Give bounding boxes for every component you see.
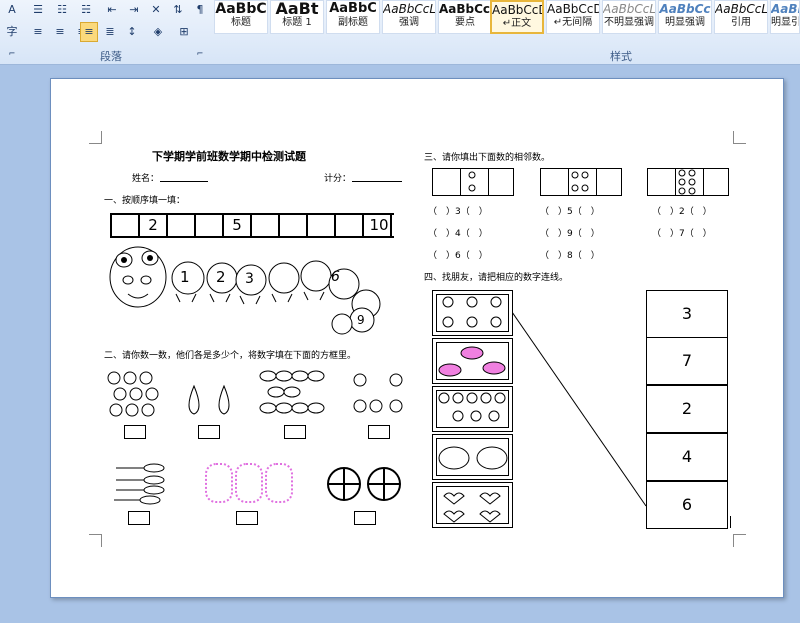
- align-left-icon[interactable]: ≡: [26, 22, 50, 42]
- neighbor-row[interactable]: （ ）5（ ）: [540, 204, 600, 217]
- domino-dots: [468, 169, 696, 195]
- sequence-cell[interactable]: [280, 215, 308, 236]
- style-emphasis[interactable]: AaBbCcL 强调: [382, 0, 436, 34]
- matching-pictures: [438, 296, 508, 523]
- neighbor-row[interactable]: （ ）6（ ）: [428, 248, 488, 261]
- sequence-cell[interactable]: [168, 215, 196, 236]
- match-number-box[interactable]: 2: [646, 385, 728, 433]
- sequence-cell[interactable]: [196, 215, 224, 236]
- match-number-box[interactable]: 6: [646, 481, 728, 529]
- counting-pictures-row2: [114, 463, 401, 505]
- sequence-cell[interactable]: [112, 215, 140, 236]
- sequence-cell[interactable]: 5: [224, 215, 252, 236]
- justify-icon[interactable]: ≡: [80, 22, 98, 42]
- style-intense-emphasis[interactable]: AaBbCc 明显强调: [658, 0, 712, 34]
- show-marks-icon[interactable]: ¶: [188, 0, 212, 20]
- caterpillar-number: 3: [245, 271, 254, 287]
- caterpillar-number: 6: [331, 269, 340, 285]
- multilevel-list-icon[interactable]: ☵: [74, 0, 98, 20]
- sequence-cell[interactable]: [308, 215, 336, 236]
- sequence-cell[interactable]: 2: [140, 215, 168, 236]
- style-heading1[interactable]: AaBt 标题 1: [270, 0, 324, 34]
- page-title: 下学期学前班数学期中检测试题: [152, 150, 306, 163]
- neighbor-row[interactable]: （ ）9（ ）: [540, 226, 600, 239]
- style-normal[interactable]: AaBbCcD ↵正文: [490, 0, 544, 34]
- counting-pictures-row1: [107, 370, 403, 417]
- question-4: 四、找朋友，请把相应的数字连线。: [424, 273, 569, 283]
- align-center-icon[interactable]: ≡: [48, 22, 72, 42]
- question-2: 二、请你数一数，他们各是多少个，将数字填在下面的方框里。: [104, 351, 357, 361]
- paragraph-launcher-icon[interactable]: ⌐: [194, 44, 206, 64]
- name-label: 姓名：: [132, 174, 160, 184]
- match-number-box[interactable]: 4: [646, 433, 728, 481]
- increase-indent-icon[interactable]: ⇥: [122, 0, 146, 20]
- match-number-box[interactable]: 3: [646, 290, 728, 338]
- sort-icon[interactable]: ⇅: [166, 0, 190, 20]
- font-color-icon[interactable]: A: [0, 0, 24, 20]
- style-strong[interactable]: AaBbCcl 要点: [438, 0, 492, 34]
- dialog-launcher-icon[interactable]: ⌐: [6, 44, 18, 64]
- style-subtitle[interactable]: AaBbC 副标题: [326, 0, 380, 34]
- answer-box[interactable]: [128, 511, 150, 525]
- neighbor-row[interactable]: （ ）4（ ）: [428, 226, 488, 239]
- caterpillar-number: 9: [357, 313, 365, 327]
- style-quote[interactable]: AaBbCcL 引用: [714, 0, 768, 34]
- sequence-cell[interactable]: [252, 215, 280, 236]
- phonetic-guide-icon[interactable]: 字: [0, 22, 24, 42]
- sequence-cell[interactable]: 10: [364, 215, 394, 236]
- style-no-spacing[interactable]: AaBbCcD ↵无间隔: [546, 0, 600, 34]
- distributed-icon[interactable]: ≣: [98, 22, 122, 42]
- paragraph-group-label: 段落: [100, 50, 122, 63]
- chinese-layout-icon[interactable]: ✕: [144, 0, 168, 20]
- decrease-indent-icon[interactable]: ⇤: [100, 0, 124, 20]
- answer-box[interactable]: [198, 425, 220, 439]
- caterpillar-number: 2: [216, 268, 226, 286]
- caterpillar-number: 1: [180, 268, 190, 286]
- neighbor-row[interactable]: （ ）8（ ）: [540, 248, 600, 261]
- neighbor-row[interactable]: （ ）3（ ）: [428, 204, 488, 217]
- borders-icon[interactable]: ⊞: [172, 22, 196, 42]
- style-intense-quote[interactable]: AaBb明显引: [770, 0, 800, 34]
- sequence-strip: 2 5 10: [110, 213, 394, 238]
- shading-icon[interactable]: ◈: [146, 22, 170, 42]
- answer-box[interactable]: [124, 425, 146, 439]
- margin-corner: [733, 131, 746, 144]
- score-label: 计分：: [324, 174, 352, 184]
- answer-box[interactable]: [368, 425, 390, 439]
- margin-corner: [733, 534, 746, 547]
- answer-box[interactable]: [284, 425, 306, 439]
- margin-corner: [89, 534, 102, 547]
- name-blank[interactable]: [160, 181, 208, 182]
- margin-corner: [89, 131, 102, 144]
- answer-box[interactable]: [236, 511, 258, 525]
- styles-group-label: 样式: [610, 50, 632, 63]
- bullets-icon[interactable]: ☰: [26, 0, 50, 20]
- answer-box[interactable]: [354, 511, 376, 525]
- caterpillar-drawing: [109, 246, 381, 335]
- text-cursor: [730, 516, 731, 528]
- score-blank[interactable]: [352, 181, 402, 182]
- sequence-cell[interactable]: [336, 215, 364, 236]
- match-line: [512, 312, 647, 507]
- match-number-box[interactable]: 7: [646, 337, 728, 385]
- question-3: 三、请你填出下面数的相邻数。: [424, 153, 551, 163]
- numbering-icon[interactable]: ☷: [50, 0, 74, 20]
- neighbor-row[interactable]: （ ）7（ ）: [652, 226, 712, 239]
- ribbon: A 字 ☰ ☷ ☵ ⇤ ⇥ ✕ ⇅ ¶ ≡ ≡ ≡ ≡ ≣ ↕ ◈ ⊞ 段落 ⌐…: [0, 0, 800, 65]
- style-title[interactable]: AaBbC 标题: [214, 0, 268, 34]
- neighbor-row[interactable]: （ ）2（ ）: [652, 204, 712, 217]
- line-spacing-icon[interactable]: ↕: [120, 22, 144, 42]
- question-1: 一、按顺序填一填：: [104, 196, 186, 206]
- style-subtle-emphasis[interactable]: AaBbCcL 不明显强调: [602, 0, 656, 34]
